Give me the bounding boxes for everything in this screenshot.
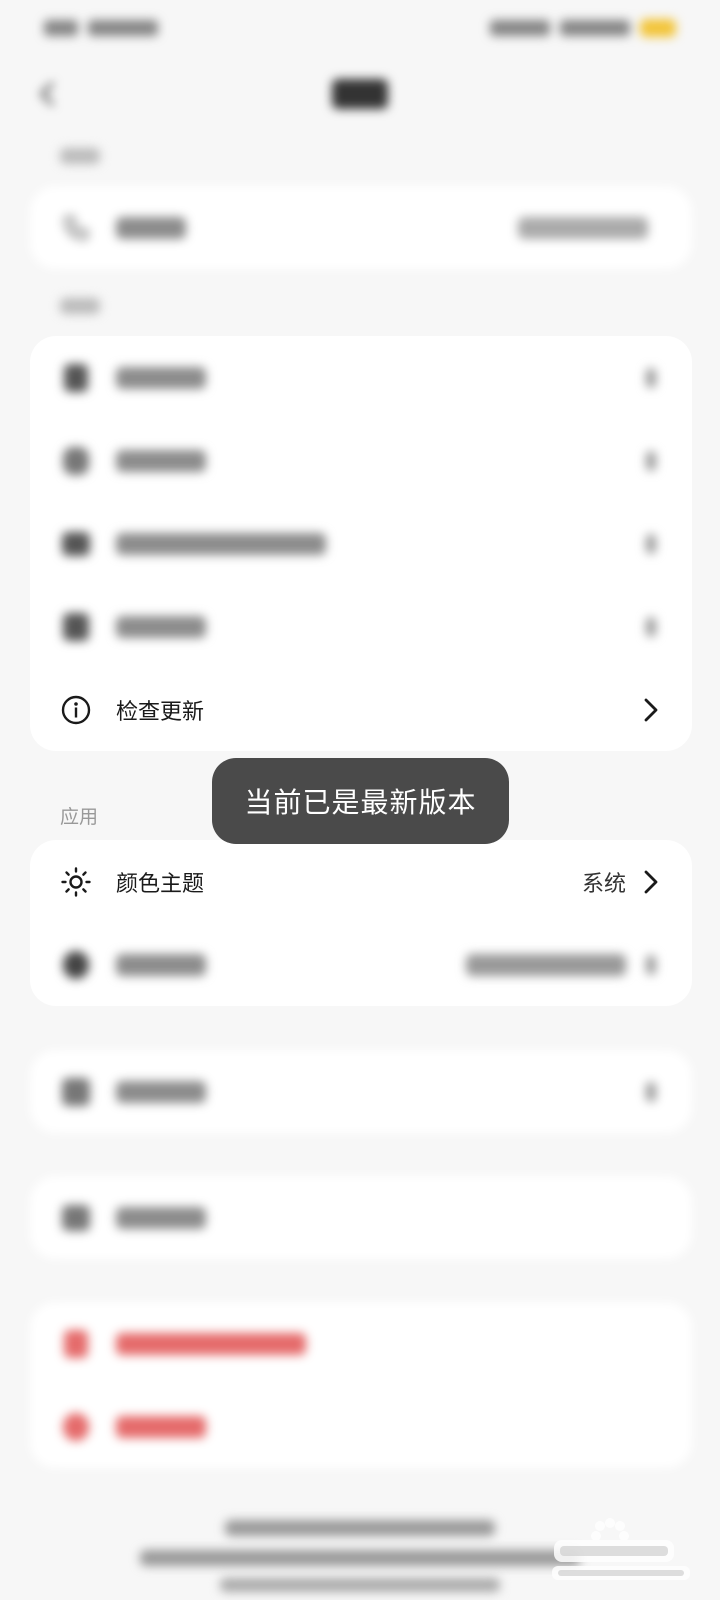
- row-danger-1[interactable]: [30, 1302, 692, 1385]
- status-left: [44, 20, 158, 36]
- row-color-theme[interactable]: 颜色主题 系统: [30, 840, 692, 923]
- moon-icon: [60, 949, 92, 981]
- row-danger-1-label: [116, 1332, 662, 1355]
- watermark-logo: [552, 1518, 690, 1580]
- signal-icon: [490, 20, 550, 36]
- chevron-right-icon: [640, 1078, 662, 1106]
- row-blurred-5[interactable]: [30, 923, 692, 1006]
- card-blurred-5: [30, 1176, 692, 1259]
- toast-message: 当前已是最新版本: [212, 758, 509, 844]
- row-phone[interactable]: [30, 186, 692, 269]
- row-blurred-5-label: [116, 953, 466, 976]
- shield-icon: [60, 445, 92, 477]
- row-blurred-4-label: [116, 615, 640, 638]
- row-blurred-4[interactable]: [30, 585, 692, 668]
- chevron-right-icon: [640, 613, 662, 641]
- row-danger-2-label: [116, 1415, 662, 1438]
- phone-icon: [60, 212, 92, 244]
- user-remove-icon: [60, 1411, 92, 1443]
- card-phone: [30, 186, 692, 269]
- status-time: [44, 20, 78, 36]
- status-bar: [0, 0, 720, 56]
- section-label-app: 应用: [60, 806, 99, 828]
- network-speed: [560, 20, 630, 36]
- battery-icon: [640, 19, 676, 37]
- chevron-right-icon: [640, 530, 662, 558]
- list-icon: [60, 611, 92, 643]
- document-icon: [60, 362, 92, 394]
- nav-bar: [0, 62, 720, 126]
- status-right: [490, 19, 676, 37]
- check-update-label: 检查更新: [116, 699, 205, 725]
- page-title: [332, 79, 388, 109]
- row-danger-2[interactable]: [30, 1385, 692, 1468]
- color-theme-value: 系统: [581, 871, 626, 897]
- chevron-right-icon: [640, 447, 662, 475]
- info-icon: [60, 694, 92, 726]
- section-label-security: [60, 298, 100, 314]
- chevron-right-icon: [640, 364, 662, 392]
- row-blurred-3-label: [116, 532, 640, 555]
- chevron-right-icon: [640, 696, 662, 724]
- logout-icon: [60, 1202, 92, 1234]
- chevron-right-icon: [640, 868, 662, 896]
- row-phone-value: [518, 216, 648, 239]
- back-arrow-icon[interactable]: [34, 80, 62, 108]
- color-theme-label: 颜色主题: [116, 871, 205, 897]
- row-blurred-2[interactable]: [30, 419, 692, 502]
- status-info: [88, 20, 158, 36]
- sun-icon: [60, 866, 92, 898]
- card-app-settings: 颜色主题 系统: [30, 840, 692, 1006]
- row-blurred-6-label: [116, 1080, 640, 1103]
- row-blurred-1[interactable]: [30, 336, 692, 419]
- card-account-settings: 检查更新: [30, 336, 692, 751]
- folder-icon: [60, 528, 92, 560]
- row-blurred-2-label: [116, 449, 640, 472]
- row-blurred-7[interactable]: [30, 1176, 692, 1259]
- row-blurred-7-label: [116, 1206, 662, 1229]
- row-phone-label: [116, 216, 518, 239]
- card-danger: [30, 1302, 692, 1468]
- row-blurred-1-label: [116, 366, 640, 389]
- card-blurred-4: [30, 1050, 692, 1133]
- row-blurred-3[interactable]: [30, 502, 692, 585]
- row-check-update[interactable]: 检查更新: [30, 668, 692, 751]
- section-label-account: [60, 148, 100, 164]
- calendar-icon: [60, 1076, 92, 1108]
- row-blurred-6[interactable]: [30, 1050, 692, 1133]
- trash-icon: [60, 1328, 92, 1360]
- chevron-right-icon: [640, 951, 662, 979]
- row-blurred-5-value: [466, 953, 626, 976]
